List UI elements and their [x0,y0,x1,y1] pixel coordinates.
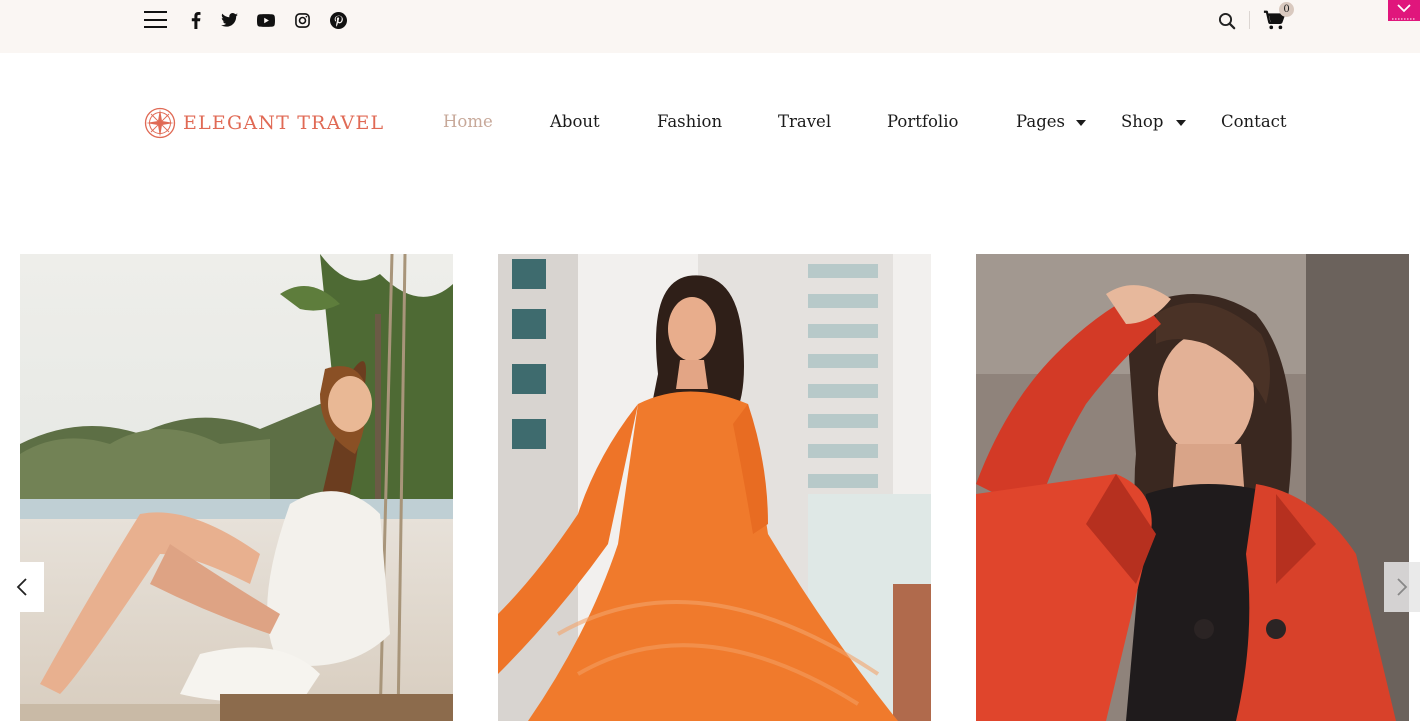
nav-portfolio[interactable]: Portfolio [887,112,958,131]
slide-beach-swing-photo[interactable] [20,254,453,721]
chevron-down-icon [1392,4,1416,20]
topbar-divider [1249,11,1250,29]
pages-caret-down-icon[interactable] [1076,120,1086,126]
shop-caret-down-icon[interactable] [1176,120,1186,126]
instagram-icon[interactable] [292,10,312,30]
nav-home[interactable]: Home [443,112,493,131]
slide-orange-dress-photo[interactable] [498,254,931,721]
nav-pages[interactable]: Pages [1016,112,1065,131]
corner-dropdown-toggle[interactable] [1388,0,1420,21]
site-logo[interactable]: ELEGANT TRAVEL [144,106,384,140]
top-bar: 0 [0,0,1420,53]
slider-next-button[interactable] [1384,562,1420,612]
nav-shop[interactable]: Shop [1121,112,1163,131]
chevron-left-icon [16,578,27,596]
cart-count-badge: 0 [1279,2,1294,17]
compass-logo-icon [144,107,176,139]
search-icon[interactable] [1217,11,1237,31]
hamburger-menu-icon[interactable] [144,11,167,29]
nav-contact[interactable]: Contact [1221,112,1287,131]
slide-red-coat-photo[interactable] [976,254,1409,721]
youtube-icon[interactable] [256,10,276,30]
logo-text: ELEGANT TRAVEL [183,112,385,134]
chevron-right-icon [1397,578,1408,596]
nav-about[interactable]: About [550,112,600,131]
nav-fashion[interactable]: Fashion [657,112,722,131]
nav-travel[interactable]: Travel [778,112,831,131]
facebook-icon[interactable] [186,10,206,30]
slider-prev-button[interactable] [0,562,44,612]
twitter-icon[interactable] [219,10,239,30]
pinterest-icon[interactable] [328,10,348,30]
